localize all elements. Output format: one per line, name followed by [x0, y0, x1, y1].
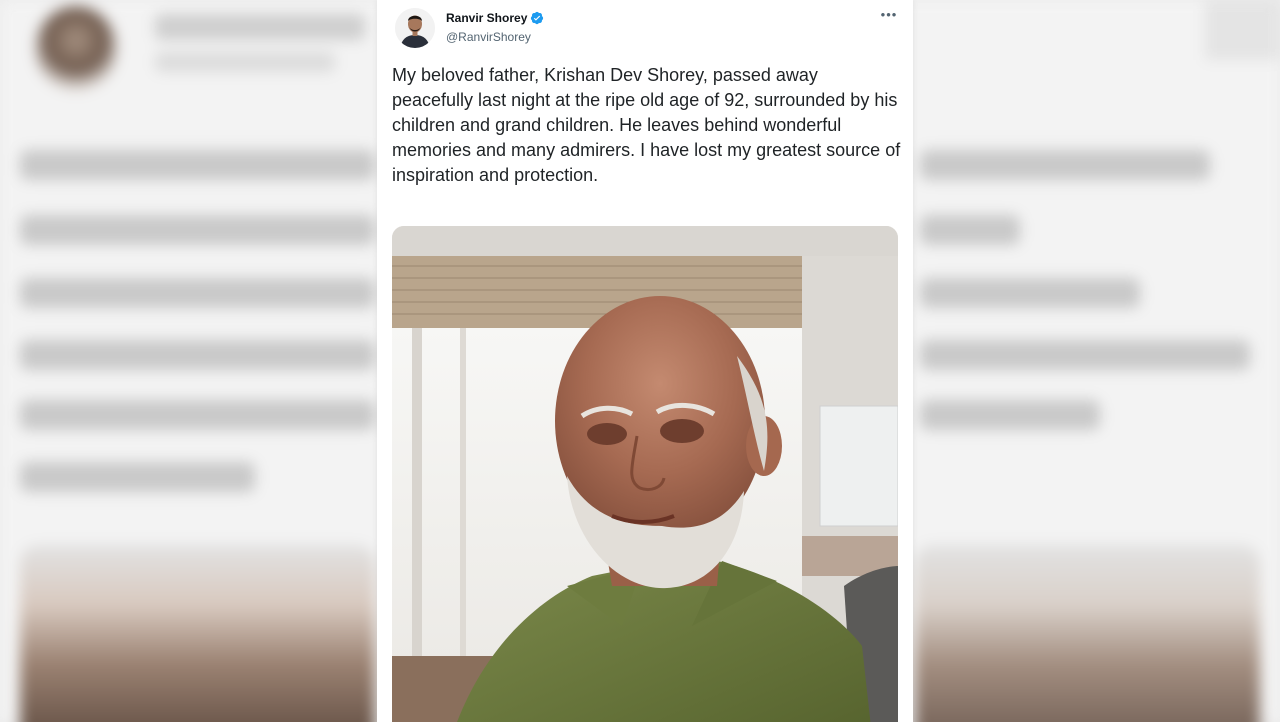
tweet-card[interactable]: Ranvir Shorey @RanvirShorey ••• My belov…: [377, 0, 913, 722]
tweet-header: Ranvir Shorey @RanvirShorey •••: [395, 8, 901, 52]
blurred-text-line: [920, 340, 1250, 370]
author-name[interactable]: Ranvir Shorey: [446, 11, 527, 25]
author-handle[interactable]: @RanvirShorey: [446, 30, 531, 44]
blurred-photo-right: [915, 545, 1260, 722]
blurred-text-line: [920, 150, 1210, 180]
blurred-text-line: [20, 278, 375, 308]
blurred-photo-left: [20, 545, 375, 722]
blurred-handle: [155, 52, 335, 72]
photo-elderly-man-icon: [392, 226, 898, 722]
more-options-icon[interactable]: •••: [879, 8, 899, 26]
avatar-portrait-icon: [395, 8, 435, 48]
blurred-corner: [1205, 0, 1280, 60]
author-avatar[interactable]: [395, 8, 435, 48]
blurred-avatar: [36, 6, 116, 92]
blurred-text-line: [920, 400, 1100, 430]
screenshot-stage: Ranvir Shorey @RanvirShorey ••• My belov…: [0, 0, 1280, 722]
blurred-text-line: [920, 278, 1140, 308]
blurred-text-line: [20, 215, 375, 245]
blurred-text-line: [20, 340, 375, 370]
blurred-text-line: [920, 215, 1020, 245]
tweet-text: My beloved father, Krishan Dev Shorey, p…: [392, 65, 901, 185]
tweet-photo[interactable]: [392, 226, 898, 722]
blurred-text-line: [20, 400, 375, 430]
blurred-name: [155, 14, 365, 40]
author-name-row: Ranvir Shorey: [446, 11, 544, 25]
verified-badge-icon: [531, 11, 544, 25]
blurred-text-line: [20, 462, 255, 492]
blurred-text-line: [20, 150, 375, 180]
